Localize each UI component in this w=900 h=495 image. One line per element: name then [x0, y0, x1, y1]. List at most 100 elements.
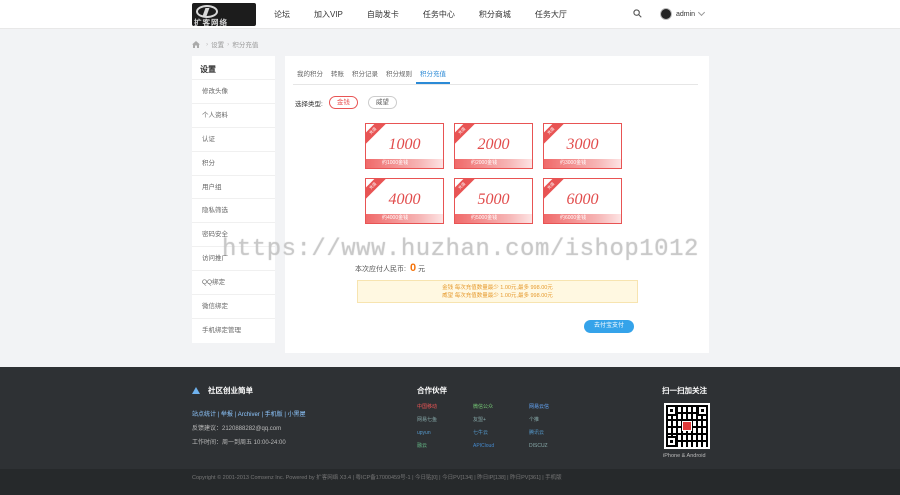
user-menu[interactable]: admin	[660, 8, 706, 20]
recharge-card-4000[interactable]: 充值 4000 约4000金钱	[365, 178, 444, 224]
partner-logo[interactable]: 微信公众	[473, 403, 525, 412]
partner-logo[interactable]: APICloud	[473, 442, 525, 451]
qr-corner	[666, 405, 677, 416]
type-option-prestige[interactable]: 威望	[367, 96, 397, 109]
partner-logo[interactable]: 腾讯云	[529, 429, 581, 438]
footer-about-title: 社区创业简单	[208, 386, 253, 395]
qr-code	[664, 403, 710, 449]
nav-item-forum[interactable]: 论坛	[262, 0, 302, 29]
card-strip: 约1000金钱	[366, 159, 443, 168]
sidebar-item-points[interactable]: 积分	[192, 150, 275, 175]
settings-sidebar: 设置 修改头像 个人资料 认证 积分 用户组 隐私筛选 密码安全 访问推广 QQ…	[192, 56, 275, 343]
card-strip: 约4000金钱	[366, 214, 443, 223]
logo-text: 扩客网络	[194, 18, 228, 26]
home-icon[interactable]	[192, 40, 200, 48]
partner-logo[interactable]: 中国移动	[417, 403, 469, 412]
breadcrumb-settings[interactable]: 设置	[211, 39, 224, 49]
sidebar-item-avatar[interactable]: 修改头像	[192, 79, 275, 103]
sidebar-item-usergroup[interactable]: 用户组	[192, 174, 275, 199]
nav-item-vip[interactable]: 加入VIP	[302, 0, 355, 29]
card-amount: 1000	[388, 136, 421, 153]
recharge-card-3000[interactable]: 充值 3000 约3000金钱	[543, 123, 622, 169]
top-bar: 扩客网络 论坛 加入VIP 自助发卡 任务中心 积分商城 任务大厅 admin	[0, 0, 900, 29]
footer-about: 社区创业简单	[192, 385, 253, 396]
card-amount: 6000	[566, 191, 599, 208]
nav-item-card[interactable]: 自助发卡	[355, 0, 411, 29]
card-amount: 4000	[388, 191, 421, 208]
partner-logo[interactable]: 友盟+	[473, 416, 525, 425]
card-amount: 3000	[566, 136, 599, 153]
recharge-cards: 充值 1000 约1000金钱 充值 2000 约2000金钱 充值 3000 …	[365, 123, 625, 224]
partner-logo[interactable]: DISCUZ	[529, 442, 581, 451]
sidebar-item-verify[interactable]: 认证	[192, 126, 275, 151]
qr-logo-icon	[682, 421, 692, 431]
partner-logo[interactable]: 网易云信	[529, 403, 581, 412]
copyright: Copyright © 2001-2013 Comsenz Inc. Power…	[0, 469, 900, 495]
sidebar-item-profile[interactable]: 个人资料	[192, 102, 275, 127]
qr-corner	[697, 405, 708, 416]
chevron-down-icon	[698, 8, 706, 17]
main-nav: 论坛 加入VIP 自助发卡 任务中心 积分商城 任务大厅	[262, 0, 579, 29]
pay-button[interactable]: 去付宝支付	[584, 320, 634, 333]
sidebar-title: 设置	[200, 65, 216, 74]
type-selector: 选择类型: 金钱 威望	[295, 96, 407, 109]
recharge-card-5000[interactable]: 充值 5000 约5000金钱	[454, 178, 533, 224]
card-amount: 5000	[477, 191, 510, 208]
partner-logo[interactable]: 网易七鱼	[417, 416, 469, 425]
card-amount: 2000	[477, 136, 510, 153]
qr-corner	[666, 436, 677, 447]
sidebar-item-wechat[interactable]: 微信绑定	[192, 294, 275, 318]
type-option-money[interactable]: 金钱	[328, 96, 358, 109]
sidebar-item-privacy[interactable]: 隐私筛选	[192, 198, 275, 222]
tab-points-rules[interactable]: 积分规则	[382, 68, 416, 84]
type-label: 选择类型:	[295, 100, 323, 108]
card-strip: 约6000金钱	[544, 214, 621, 223]
partner-logo[interactable]: 融云	[417, 442, 469, 451]
recharge-card-2000[interactable]: 充值 2000 约2000金钱	[454, 123, 533, 169]
partners-title: 合作伙伴	[417, 386, 447, 395]
breadcrumb-separator: ›	[206, 40, 209, 48]
sidebar-item-qq[interactable]: QQ绑定	[192, 270, 275, 294]
card-strip: 约3000金钱	[544, 159, 621, 168]
price-value: 0	[409, 262, 417, 274]
breadcrumb: › 设置 › 积分充值	[192, 39, 258, 49]
tab-points-log[interactable]: 积分记录	[348, 68, 382, 84]
card-strip: 约5000金钱	[455, 214, 532, 223]
nav-item-points-mall[interactable]: 积分商城	[467, 0, 523, 29]
tab-recharge[interactable]: 积分充值	[416, 68, 450, 84]
qr-caption: iPhone & Android	[663, 453, 706, 459]
watermark: https://www.huzhan.com/ishop1012	[222, 236, 699, 263]
partner-logo[interactable]: 个推	[529, 416, 581, 425]
footer-links[interactable]: 站点统计 | 举报 | Archiver | 手机版 | 小黑屋	[192, 409, 306, 418]
nav-item-task-center[interactable]: 任务中心	[411, 0, 467, 29]
breadcrumb-current: 积分充值	[232, 42, 259, 49]
tab-my-points[interactable]: 我的积分	[293, 68, 327, 84]
logo-triangle-icon	[192, 387, 200, 394]
footer: 社区创业简单 站点统计 | 举报 | Archiver | 手机版 | 小黑屋 …	[0, 367, 900, 469]
price-unit: 元	[418, 266, 426, 273]
qr-pattern	[666, 405, 708, 447]
recharge-notice: 金钱 每次充值数量最少 1.00元,最多 998.00元 威望 每次充值数量最少…	[357, 280, 638, 303]
footer-hours: 工作时间：周一到周五 10:00-24:00	[192, 440, 286, 446]
username: admin	[676, 10, 696, 18]
price-label: 本次应付人民币:	[355, 266, 406, 273]
site-logo[interactable]: 扩客网络	[192, 3, 256, 26]
price-row: 本次应付人民币: 0 元	[355, 262, 425, 274]
sidebar-item-mobile[interactable]: 手机绑定管理	[192, 317, 275, 342]
breadcrumb-separator: ›	[227, 40, 230, 48]
footer-email: 反馈建议：2120888282@qq.com	[192, 426, 282, 432]
avatar	[660, 8, 672, 20]
partner-logo[interactable]: upyun	[417, 429, 469, 438]
partner-logo[interactable]: 七牛云	[473, 429, 525, 438]
card-strip: 约2000金钱	[455, 159, 532, 168]
recharge-card-1000[interactable]: 充值 1000 约1000金钱	[365, 123, 444, 169]
partners-grid: 中国移动 微信公众 网易云信 网易七鱼 友盟+ 个推 upyun 七牛云 腾讯云…	[417, 403, 585, 451]
notice-line-prestige: 威望 每次充值数量最少 1.00元,最多 998.00元	[442, 293, 553, 299]
tab-bar: 我的积分 转账 积分记录 积分规则 积分充值	[293, 68, 698, 85]
tab-transfer[interactable]: 转账	[327, 68, 348, 84]
search-icon[interactable]	[633, 9, 642, 18]
qr-title: 扫一扫加关注	[662, 386, 707, 395]
recharge-panel: 我的积分 转账 积分记录 积分规则 积分充值 选择类型: 金钱 威望 充值 10…	[285, 56, 709, 353]
recharge-card-6000[interactable]: 充值 6000 约6000金钱	[543, 178, 622, 224]
nav-item-task-hall[interactable]: 任务大厅	[523, 0, 579, 29]
